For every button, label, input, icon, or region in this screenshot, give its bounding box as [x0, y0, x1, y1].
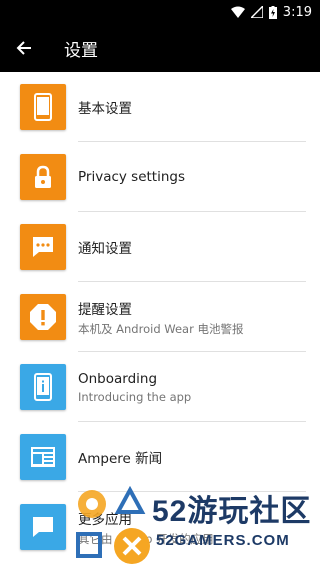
tile: [20, 84, 66, 130]
chat-icon: [33, 517, 53, 537]
app-bar: 设置: [0, 24, 320, 72]
settings-item-privacy[interactable]: Privacy settings: [0, 142, 320, 212]
phone-icon: [34, 93, 52, 121]
settings-item-basic[interactable]: 基本设置: [0, 72, 320, 142]
settings-item-news[interactable]: Ampere 新闻: [0, 422, 320, 492]
tile: [20, 224, 66, 270]
page-title: 设置: [64, 40, 98, 61]
tile: [20, 504, 66, 550]
item-subtitle: Introducing the app: [78, 389, 192, 404]
wifi-icon: [230, 6, 245, 18]
settings-list: 基本设置 Privacy settings 通知设置 提醒设置 本机及 Andr…: [0, 72, 320, 562]
back-button[interactable]: [0, 24, 48, 72]
battery-icon: [268, 5, 277, 19]
tile: [20, 434, 66, 480]
item-label: 通知设置: [78, 241, 132, 257]
status-time: 3:19: [282, 4, 312, 20]
item-label: Privacy settings: [78, 169, 186, 185]
chat-bubble-icon: [33, 237, 53, 257]
settings-item-more-apps[interactable]: 更多应用 其它由 ... app 开发的应用: [0, 492, 320, 562]
item-subtitle: 其它由 ... app 开发的应用: [78, 531, 214, 546]
lock-icon: [35, 165, 51, 188]
item-label: 基本设置: [78, 101, 132, 117]
item-label: Ampere 新闻: [78, 451, 163, 467]
arrow-back-icon: [16, 41, 31, 55]
item-subtitle: 本机及 Android Wear 电池警报: [78, 321, 244, 336]
news-icon: [31, 447, 55, 467]
tile: [20, 294, 66, 340]
tile: [20, 364, 66, 410]
item-label: Onboarding: [78, 370, 158, 387]
item-label: 更多应用: [78, 511, 132, 528]
info-phone-icon: [34, 373, 52, 401]
alert-icon: [30, 304, 56, 330]
settings-item-notifications[interactable]: 通知设置: [0, 212, 320, 282]
item-label: 提醒设置: [78, 301, 132, 318]
status-bar: 3:19: [0, 0, 320, 24]
settings-item-reminders[interactable]: 提醒设置 本机及 Android Wear 电池警报: [0, 282, 320, 352]
settings-item-onboarding[interactable]: Onboarding Introducing the app: [0, 352, 320, 422]
signal-icon: [250, 6, 263, 18]
tile: [20, 154, 66, 200]
